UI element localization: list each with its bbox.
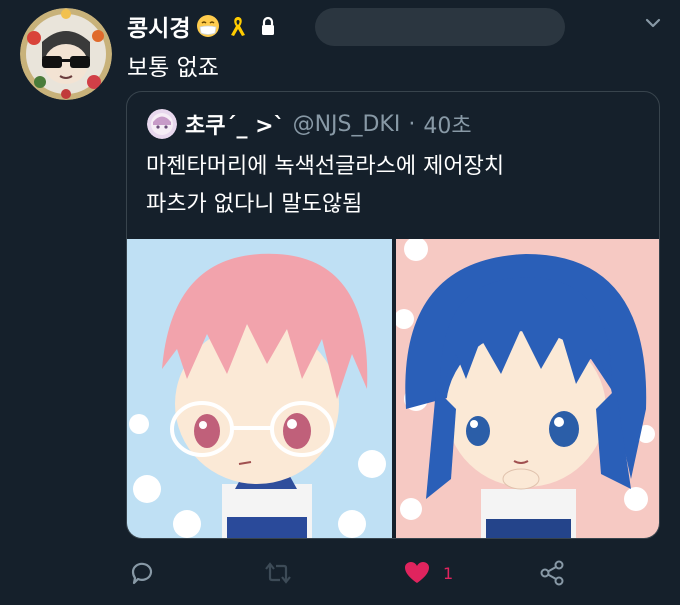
quote-header: 초쿠ˊ_ >ˋ @NJS_DKI · 40초 — [147, 109, 472, 139]
quote-media — [127, 239, 659, 538]
media-image-pink-hair-character[interactable] — [127, 239, 392, 538]
quote-text-line: 파츠가 없다니 말도않됨 — [146, 192, 363, 217]
like-button[interactable]: 1 — [403, 556, 453, 590]
reply-button[interactable] — [128, 556, 156, 590]
quote-handle[interactable]: @NJS_DKI — [293, 112, 401, 137]
reply-icon — [131, 562, 153, 585]
retweet-button[interactable] — [263, 556, 293, 590]
yellow-ribbon-icon — [226, 14, 250, 38]
avatar[interactable] — [20, 8, 112, 100]
heart-icon — [405, 562, 429, 583]
tweet-header: 콩시경 — [127, 10, 280, 42]
action-bar: 1 — [128, 556, 578, 590]
share-button[interactable] — [538, 556, 566, 590]
handle-redacted — [315, 8, 565, 46]
tweet-text: 보통 없죠 — [127, 55, 219, 81]
share-icon — [540, 560, 564, 586]
quote-display-name[interactable]: 초쿠ˊ_ >ˋ — [185, 108, 285, 140]
quote-avatar — [147, 109, 177, 139]
quote-text-line: 마젠타머리에 녹색선글라스에 제어장치 — [146, 154, 505, 179]
avatar-image — [20, 8, 112, 100]
display-name[interactable]: 콩시경 — [127, 9, 190, 43]
like-count: 1 — [443, 563, 454, 583]
retweet-icon — [265, 562, 291, 584]
media-image-blue-hair-character[interactable] — [396, 239, 659, 538]
quote-text: 마젠타머리에 녹색선글라스에 제어장치 파츠가 없다니 말도않됨 — [146, 148, 646, 224]
mask-emoji-icon — [196, 14, 220, 38]
quote-timestamp[interactable]: 40초 — [423, 108, 471, 140]
caret-down-icon[interactable] — [640, 10, 666, 36]
quote-separator: · — [408, 111, 416, 137]
quoted-tweet[interactable]: 초쿠ˊ_ >ˋ @NJS_DKI · 40초 마젠타머리에 녹색선글라스에 제어… — [126, 91, 660, 539]
lock-icon — [256, 14, 280, 38]
